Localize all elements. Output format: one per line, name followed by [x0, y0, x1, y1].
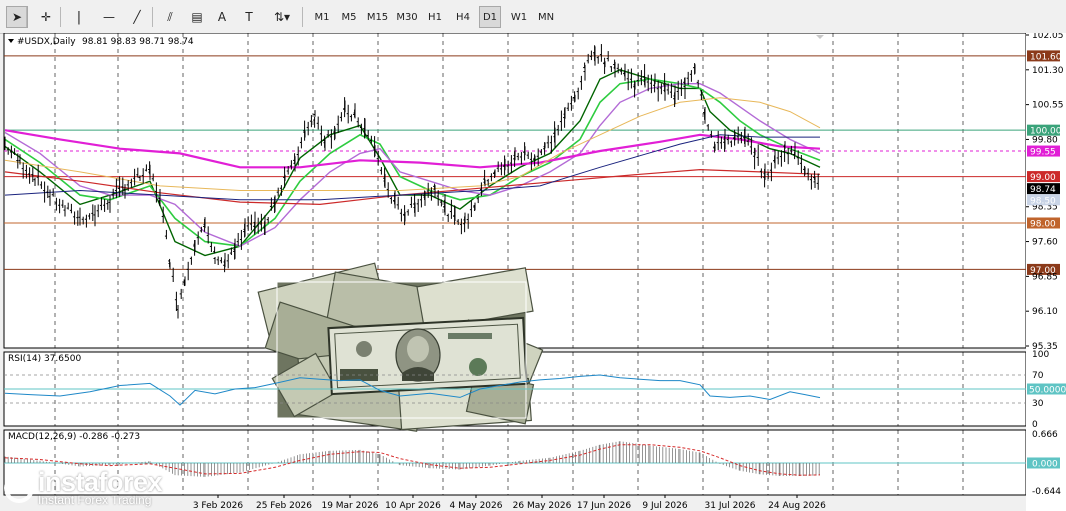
symbol-label: #USDX,Daily — [17, 37, 76, 47]
y-tick-label: 96.85 — [1032, 272, 1058, 282]
toolbar-separator — [302, 7, 303, 27]
text-tool-icon[interactable]: A — [212, 6, 232, 28]
x-tick-label: 3 Feb 2026 — [193, 501, 244, 511]
channel-tool-icon[interactable]: ⫽ — [158, 6, 182, 28]
x-tick-label: 24 Aug 2026 — [768, 501, 826, 511]
y-tick-label: 96.10 — [1032, 307, 1058, 317]
portrait-face — [407, 336, 429, 362]
level-label: 99.55 — [1030, 148, 1056, 158]
timeframe-mn-button[interactable]: MN — [533, 6, 559, 28]
macd-tick-label: -0.644 — [1032, 487, 1061, 497]
vertical-line-tool-icon[interactable]: | — [70, 6, 88, 28]
rsi-tick-label: 50.0000 — [1029, 386, 1066, 396]
rsi-tick-label: 100 — [1032, 350, 1049, 360]
timeframe-m30-button[interactable]: M30 — [393, 6, 421, 28]
y-tick-label: 100.55 — [1032, 101, 1064, 111]
timeframe-h1-button[interactable]: H1 — [423, 6, 447, 28]
x-tick-label: 10 Apr 2026 — [385, 501, 441, 511]
rsi-tick-label: 70 — [1032, 371, 1044, 381]
macd-tick-label: 0.666 — [1032, 430, 1058, 440]
x-tick-label: 9 Jul 2026 — [642, 501, 687, 511]
toolbar-separator — [26, 7, 27, 27]
horizontal-line-tool-icon[interactable]: — — [98, 6, 120, 28]
toolbar-separator — [152, 7, 153, 27]
seal-green — [469, 358, 487, 376]
instaforex-logo: instaforex Instant Forex Trading — [4, 467, 163, 508]
crosshair-tool-icon[interactable]: ✛ — [34, 6, 58, 28]
timeframe-d1-button[interactable]: D1 — [479, 6, 501, 28]
trend-line-tool-icon[interactable]: ╱ — [126, 6, 148, 28]
seal-left — [356, 341, 372, 357]
rsi-tick-label: 0 — [1032, 420, 1038, 430]
timeframe-h4-button[interactable]: H4 — [450, 6, 476, 28]
cursor-tool-icon[interactable]: ➤ — [6, 6, 28, 28]
level-label: 98.00 — [1030, 219, 1056, 229]
current-price-label: 98.74 — [1030, 185, 1056, 195]
timeframe-m5-button[interactable]: M5 — [337, 6, 361, 28]
y-tick-label: 99.80 — [1032, 135, 1058, 145]
y-tick-label: 97.60 — [1032, 238, 1058, 248]
level-label: 101.60 — [1030, 52, 1062, 62]
toolbar: ➤ ✛ | — ╱ ⫽ ▤ A T ⇅▾ M1 M5 M15 M30 H1 H4 D1 W1 MN — [0, 0, 1066, 34]
chart: 101.60100.0099.5599.0098.0097.00102.0510… — [3, 33, 1066, 511]
x-tick-label: 26 May 2026 — [513, 501, 572, 511]
y-tick-label: 102.05 — [1032, 33, 1064, 41]
toolbar-separator — [60, 7, 61, 27]
x-tick-label: 25 Feb 2026 — [256, 501, 312, 511]
fibonacci-tool-icon[interactable]: ▤ — [186, 6, 208, 28]
extra-price-label: 98.50 — [1030, 196, 1056, 206]
x-tick-label: 19 Mar 2026 — [321, 501, 378, 511]
dollar-bills-image — [257, 262, 544, 432]
x-tick-label: 4 May 2026 — [450, 501, 503, 511]
macd-tick-label: 0.000 — [1032, 459, 1058, 469]
logo-tagline: Instant Forex Trading — [38, 493, 152, 507]
serial-band — [448, 333, 492, 339]
rsi-tick-label: 30 — [1032, 399, 1044, 409]
arrows-tool-icon[interactable]: ⇅▾ — [266, 6, 298, 28]
timeframe-w1-button[interactable]: W1 — [507, 6, 531, 28]
timeframe-m1-button[interactable]: M1 — [310, 6, 334, 28]
y-tick-label: 101.30 — [1032, 66, 1064, 76]
x-tick-label: 17 Jun 2026 — [577, 501, 631, 511]
level-label: 99.00 — [1030, 173, 1056, 183]
rsi-title: RSI(14) 37.6500 — [8, 354, 81, 364]
macd-title: MACD(12,26,9) -0.286 -0.273 — [8, 432, 140, 442]
text-label-tool-icon[interactable]: T — [238, 6, 260, 28]
instaforex-logo-icon — [4, 473, 34, 503]
x-tick-label: 31 Jul 2026 — [705, 501, 756, 511]
logo-brand: instaforex — [38, 467, 163, 497]
timeframe-m15-button[interactable]: M15 — [364, 6, 391, 28]
ohlc-values: 98.81 98.83 98.71 98.74 — [82, 37, 194, 47]
